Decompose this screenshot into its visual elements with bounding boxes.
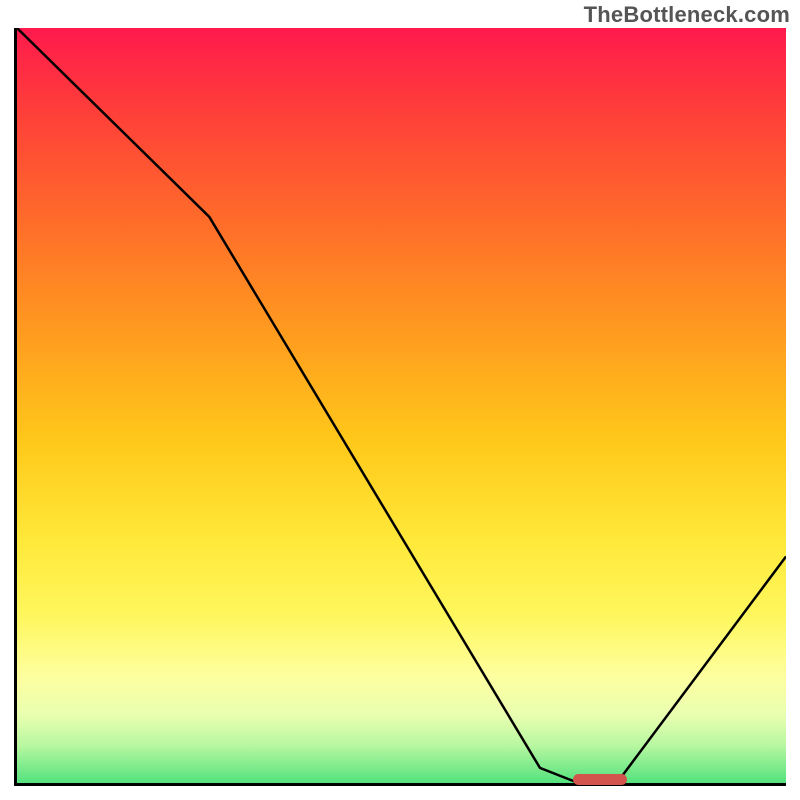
sweet-spot-marker [573, 774, 627, 785]
chart-frame: TheBottleneck.com [0, 0, 800, 800]
watermark-text: TheBottleneck.com [584, 2, 790, 28]
plot-area [14, 28, 786, 786]
curve-path [17, 28, 786, 783]
bottleneck-curve [17, 28, 786, 783]
